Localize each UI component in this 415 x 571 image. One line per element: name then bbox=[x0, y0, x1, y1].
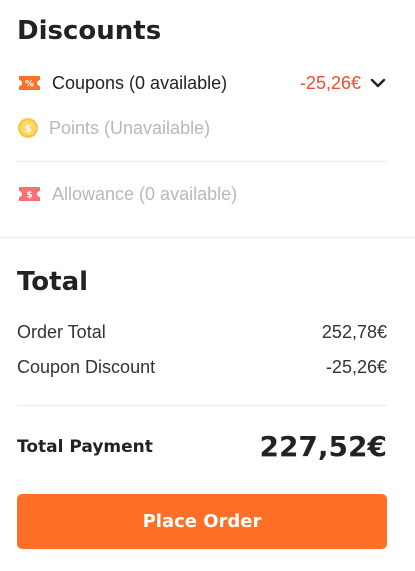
total-payment-value: 227,52€ bbox=[259, 430, 387, 463]
total-payment-row: Total Payment 227,52€ bbox=[17, 430, 387, 463]
allowance-icon: $ bbox=[17, 186, 42, 202]
discounts-section: Discounts % Coupons (0 available) -25,26… bbox=[0, 0, 415, 238]
chevron-down-icon[interactable] bbox=[369, 74, 387, 92]
coupon-discount-row: Coupon Discount -25,26€ bbox=[17, 357, 387, 378]
svg-text:%: % bbox=[25, 80, 34, 90]
points-row: $ Points (Unavailable) bbox=[17, 116, 387, 140]
coin-icon: $ bbox=[17, 117, 39, 139]
coupon-icon: % bbox=[17, 75, 42, 91]
divider bbox=[17, 161, 387, 162]
discounts-title: Discounts bbox=[17, 16, 162, 46]
divider bbox=[17, 405, 387, 406]
coupons-row[interactable]: % Coupons (0 available) -25,26€ bbox=[17, 71, 387, 95]
svg-text:$: $ bbox=[26, 191, 32, 201]
total-title: Total bbox=[17, 267, 89, 297]
coupons-label: Coupons (0 available) bbox=[52, 72, 228, 93]
coupon-discount-value: -25,26€ bbox=[325, 357, 387, 377]
points-label: Points (Unavailable) bbox=[49, 117, 211, 138]
allowance-label: Allowance (0 available) bbox=[52, 183, 238, 204]
place-order-button[interactable]: Place Order bbox=[17, 494, 387, 549]
order-total-row: Order Total 252,78€ bbox=[17, 322, 387, 343]
total-payment-label: Total Payment bbox=[17, 436, 153, 457]
coupons-right: -25,26€ bbox=[300, 73, 387, 94]
coupons-discount-value: -25,26€ bbox=[299, 72, 361, 93]
order-total-label: Order Total bbox=[17, 322, 106, 342]
total-section: Total Order Total 252,78€ Coupon Discoun… bbox=[0, 238, 415, 571]
order-total-value: 252,78€ bbox=[321, 322, 387, 342]
coupon-discount-label: Coupon Discount bbox=[17, 357, 156, 377]
svg-text:$: $ bbox=[25, 124, 32, 135]
allowance-row: $ Allowance (0 available) bbox=[17, 182, 387, 206]
